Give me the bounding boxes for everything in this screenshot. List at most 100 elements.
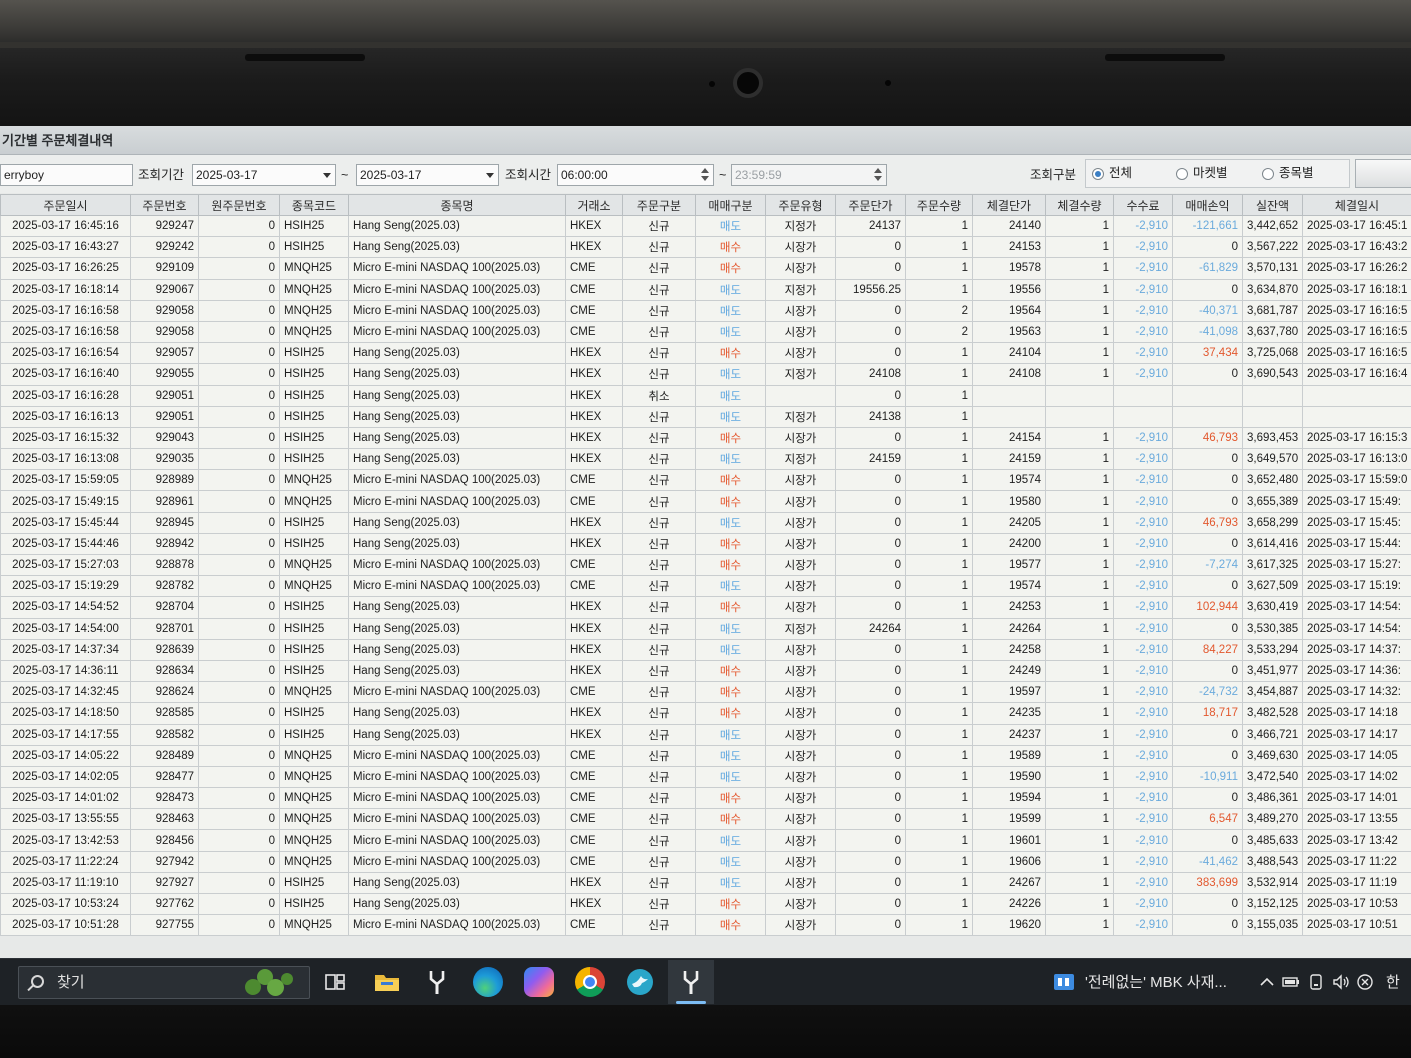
table-row[interactable]: 2025-03-17 14:32:45 928624 0 MNQH25 Micro E-… — [0, 681, 1411, 704]
cell-fill-qty: 1 — [1045, 236, 1114, 259]
news-icon[interactable] — [1054, 974, 1074, 990]
spin-down-icon[interactable] — [874, 176, 882, 181]
col-header-orig-order-no[interactable]: 원주문번호 — [198, 194, 280, 216]
col-header-balance[interactable]: 실잔액 — [1242, 194, 1303, 216]
date-to-select[interactable]: 2025-03-17 — [356, 164, 499, 186]
y-app-active-icon[interactable] — [676, 967, 706, 997]
table-row[interactable]: 2025-03-17 14:18:50 928585 0 HSIH25 Hang Sen… — [0, 702, 1411, 725]
ime-indicator[interactable]: 한 — [1386, 959, 1400, 1006]
table-row[interactable]: 2025-03-17 16:16:58 929058 0 MNQH25 Micro E-… — [0, 320, 1411, 344]
table-row[interactable]: 2025-03-17 16:16:54 929057 0 HSIH25 Hang Sen… — [0, 342, 1411, 365]
radio-circle-icon[interactable] — [1092, 168, 1104, 180]
table-row[interactable]: 2025-03-17 16:43:27 929242 0 HSIH25 Hang Sen… — [0, 236, 1411, 259]
col-header-fee[interactable]: 수수료 — [1113, 194, 1173, 216]
table-row[interactable]: 2025-03-17 16:16:58 929058 0 MNQH25 Micro E-… — [0, 299, 1411, 322]
table-row[interactable]: 2025-03-17 11:22:24 927942 0 MNQH25 Micro E-… — [0, 850, 1411, 873]
table-row[interactable]: 2025-03-17 16:16:13 929051 0 HSIH25 Hang Sen… — [0, 405, 1411, 428]
time-from-spinner[interactable]: 06:00:00 — [557, 164, 714, 186]
chrome-icon[interactable] — [575, 967, 605, 997]
col-header-pnl[interactable]: 매매손익 — [1172, 194, 1243, 216]
table-row[interactable]: 2025-03-17 16:45:16 929247 0 HSIH25 Hang Sen… — [0, 214, 1411, 238]
chevron-down-icon[interactable] — [323, 173, 331, 178]
cell-symbol-code: MNQH25 — [279, 490, 349, 513]
cell-order-kind: 신규 — [622, 342, 696, 365]
table-row[interactable]: 2025-03-17 15:45:44 928945 0 HSIH25 Hang Sen… — [0, 511, 1411, 534]
col-header-order-price[interactable]: 주문단가 — [835, 194, 906, 216]
bird-app-icon[interactable] — [625, 967, 655, 997]
copilot-icon[interactable] — [524, 967, 554, 997]
cell-pnl: 102,944 — [1172, 596, 1243, 619]
table-row[interactable]: 2025-03-17 13:42:53 928456 0 MNQH25 Micro E-… — [0, 829, 1411, 852]
col-header-fill-qty[interactable]: 체결수량 — [1045, 194, 1114, 216]
phone-link-icon[interactable] — [1306, 972, 1326, 992]
col-header-exchange[interactable]: 거래소 — [565, 194, 623, 216]
table-row[interactable]: 2025-03-17 14:37:34 928639 0 HSIH25 Hang Sen… — [0, 638, 1411, 661]
table-row[interactable]: 2025-03-17 14:02:05 928477 0 MNQH25 Micro E-… — [0, 765, 1411, 789]
cell-symbol-code: HSIH25 — [279, 405, 349, 428]
task-view-icon[interactable] — [320, 967, 350, 997]
table-row[interactable]: 2025-03-17 10:51:28 927755 0 MNQH25 Micro E-… — [0, 914, 1411, 937]
table-row[interactable]: 2025-03-17 10:53:24 927762 0 HSIH25 Hang Sen… — [0, 892, 1411, 916]
col-header-order-time[interactable]: 주문일시 — [0, 194, 131, 216]
radio-circle-icon[interactable] — [1176, 168, 1188, 180]
table-row[interactable]: 2025-03-17 13:55:55 928463 0 MNQH25 Micro E-… — [0, 808, 1411, 831]
table-row[interactable]: 2025-03-17 15:27:03 928878 0 MNQH25 Micro E-… — [0, 553, 1411, 577]
table-row[interactable]: 2025-03-17 14:54:00 928701 0 HSIH25 Hang Sen… — [0, 617, 1411, 640]
table-row[interactable]: 2025-03-17 16:18:14 929067 0 MNQH25 Micro E-… — [0, 278, 1411, 301]
taskbar-search[interactable]: 찾기 — [18, 966, 310, 999]
cell-side: 매수 — [695, 702, 766, 725]
table-row[interactable]: 2025-03-17 15:44:46 928942 0 HSIH25 Hang Sen… — [0, 532, 1411, 556]
table-row[interactable]: 2025-03-17 16:16:40 929055 0 HSIH25 Hang Sen… — [0, 363, 1411, 386]
table-row[interactable]: 2025-03-17 16:16:28 929051 0 HSIH25 Hang Sen… — [0, 384, 1411, 407]
y-app-icon[interactable] — [422, 967, 452, 997]
cell-fill-qty: 1 — [1045, 659, 1114, 683]
col-header-fill-price[interactable]: 체결단가 — [972, 194, 1046, 216]
cell-order-type: 시장가 — [765, 787, 836, 810]
file-explorer-icon[interactable] — [372, 967, 402, 997]
time-to-spinner[interactable]: 23:59:59 — [731, 164, 887, 186]
col-header-order-kind[interactable]: 주문구분 — [622, 194, 696, 216]
cell-order-time: 2025-03-17 16:43:27 — [0, 236, 131, 259]
news-notification[interactable]: '전례없는' MBK 사재... — [1085, 959, 1227, 1006]
table-row[interactable]: 2025-03-17 14:17:55 928582 0 HSIH25 Hang Sen… — [0, 723, 1411, 746]
cell-symbol-name: Micro E-mini NASDAQ 100(2025.03) — [348, 278, 566, 301]
col-header-order-qty[interactable]: 주문수량 — [905, 194, 973, 216]
spin-up-icon[interactable] — [701, 168, 709, 173]
col-header-side[interactable]: 매매구분 — [695, 194, 766, 216]
close-circle-icon[interactable] — [1355, 972, 1375, 992]
table-row[interactable]: 2025-03-17 14:05:22 928489 0 MNQH25 Micro E-… — [0, 744, 1411, 767]
cell-exchange: HKEX — [565, 384, 623, 407]
table-row[interactable]: 2025-03-17 14:36:11 928634 0 HSIH25 Hang Sen… — [0, 659, 1411, 683]
col-header-symbol-code[interactable]: 종목코드 — [279, 194, 349, 216]
col-header-symbol-name[interactable]: 종목명 — [348, 194, 566, 216]
table-row[interactable]: 2025-03-17 16:26:25 929109 0 MNQH25 Micro E-… — [0, 257, 1411, 280]
table-row[interactable]: 2025-03-17 11:19:10 927927 0 HSIH25 Hang Sen… — [0, 871, 1411, 895]
table-row[interactable]: 2025-03-17 15:19:29 928782 0 MNQH25 Micro E-… — [0, 575, 1411, 598]
col-header-fill-time[interactable]: 체결일시 — [1302, 194, 1411, 216]
cell-exchange: HKEX — [565, 405, 623, 428]
chevron-up-icon[interactable] — [1257, 972, 1277, 992]
cell-order-qty: 1 — [905, 914, 973, 937]
cell-order-type: 시장가 — [765, 808, 836, 831]
account-field[interactable]: erryboy — [0, 164, 133, 186]
table-row[interactable]: 2025-03-17 16:15:32 929043 0 HSIH25 Hang Sen… — [0, 426, 1411, 450]
chevron-down-icon[interactable] — [486, 173, 494, 178]
radio-circle-icon[interactable] — [1262, 168, 1274, 180]
date-from-select[interactable]: 2025-03-17 — [192, 164, 336, 186]
query-button[interactable] — [1355, 159, 1411, 188]
table-row[interactable]: 2025-03-17 14:54:52 928704 0 HSIH25 Hang Sen… — [0, 596, 1411, 619]
table-row[interactable]: 2025-03-17 16:13:08 929035 0 HSIH25 Hang Sen… — [0, 448, 1411, 471]
table-row[interactable]: 2025-03-17 15:49:15 928961 0 MNQH25 Micro E-… — [0, 490, 1411, 513]
table-row[interactable]: 2025-03-17 14:01:02 928473 0 MNQH25 Micro E-… — [0, 787, 1411, 810]
spin-up-icon[interactable] — [874, 168, 882, 173]
edge-icon[interactable] — [473, 967, 503, 997]
spin-down-icon[interactable] — [701, 176, 709, 181]
cell-orig-order-no: 0 — [198, 850, 280, 873]
battery-icon[interactable] — [1281, 972, 1301, 992]
col-header-order-no[interactable]: 주문번호 — [130, 194, 199, 216]
table-row[interactable]: 2025-03-17 15:59:05 928989 0 MNQH25 Micro E-… — [0, 469, 1411, 492]
cell-pnl: -10,911 — [1172, 765, 1243, 789]
cell-pnl: 46,793 — [1172, 511, 1243, 534]
speaker-icon[interactable] — [1331, 972, 1351, 992]
col-header-order-type[interactable]: 주문유형 — [765, 194, 836, 216]
